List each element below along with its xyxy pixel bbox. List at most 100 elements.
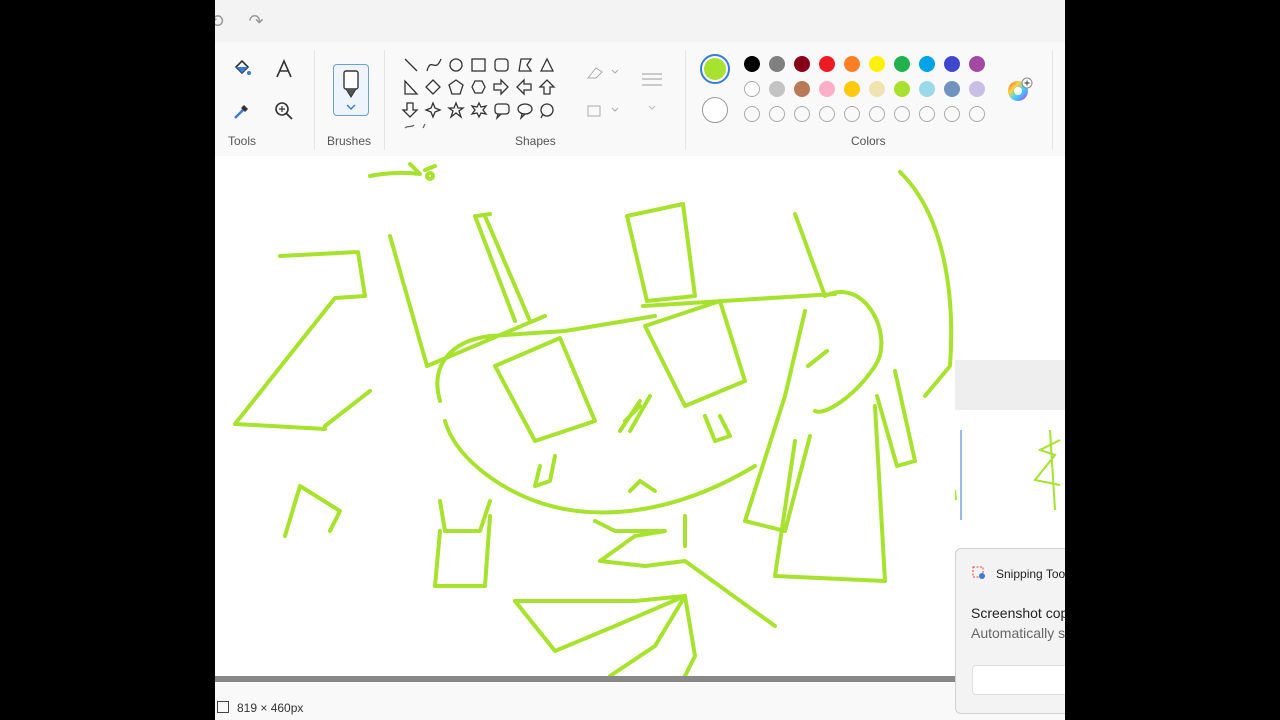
line-icon [404, 58, 418, 72]
oval-callout-icon [517, 103, 533, 121]
cloud-callout-icon [540, 103, 554, 119]
custom-color-slot[interactable] [794, 106, 810, 122]
down-arrow-icon [401, 102, 419, 118]
custom-color-slot[interactable] [869, 106, 885, 122]
colors-group-label: Colors [851, 134, 886, 148]
thumbnail-drawing [954, 429, 1065, 526]
rounded-callout-icon [494, 103, 510, 121]
oval-icon [449, 58, 463, 72]
selection-size-icon [217, 701, 229, 713]
palette-swatch[interactable] [944, 56, 960, 72]
color-picker-icon[interactable] [227, 96, 257, 126]
horizontal-scrollbar[interactable] [215, 676, 955, 682]
custom-color-slot[interactable] [894, 106, 910, 122]
line-weight-icon [642, 73, 662, 86]
notification-app-name: Snipping Too [996, 567, 1065, 581]
chevron-down-icon [611, 107, 619, 112]
palette-swatch[interactable] [969, 56, 985, 72]
custom-color-slot[interactable] [819, 106, 835, 122]
divider [384, 50, 385, 150]
divider [314, 50, 315, 150]
chevron-down-icon [648, 105, 656, 110]
palette-swatch[interactable] [744, 81, 760, 97]
right-triangle-icon [404, 79, 419, 95]
thumbnail-strokes [954, 429, 1061, 520]
snipping-tool-icon [971, 565, 987, 581]
canvas-drawing [233, 162, 954, 676]
color-2[interactable] [702, 97, 728, 123]
palette-swatch[interactable] [944, 81, 960, 97]
rectangle-icon [471, 58, 486, 72]
shapes-group-label: Shapes [515, 134, 556, 148]
magnifier-icon[interactable] [269, 96, 299, 126]
palette-swatch[interactable] [769, 56, 785, 72]
paint-window: ⟲ ↷ Tools Brushes Shapes Colors 819 × 46… [215, 0, 1065, 720]
fill-bucket-icon[interactable] [227, 54, 257, 84]
shapes-gallery [395, 48, 571, 130]
redo-icon[interactable]: ↷ [245, 10, 267, 32]
palette-swatch[interactable] [969, 81, 985, 97]
chevron-down-icon [611, 69, 619, 74]
thumbnail-preview [955, 360, 1065, 410]
custom-color-slot[interactable] [944, 106, 960, 122]
palette-swatch[interactable] [844, 81, 860, 97]
polygon-icon [518, 58, 533, 72]
palette-swatch[interactable] [744, 56, 760, 72]
custom-color-slot[interactable] [919, 106, 935, 122]
divider [685, 50, 686, 150]
ribbon: Tools Brushes Shapes Colors [215, 42, 1065, 157]
color-wheel-icon [1008, 77, 1033, 101]
palette-swatch[interactable] [894, 56, 910, 72]
title-bar: ⟲ ↷ [215, 0, 1065, 42]
notification-title: Screenshot cop [971, 605, 1065, 621]
palette-swatch[interactable] [769, 81, 785, 97]
brushes-button[interactable] [333, 64, 369, 116]
right-arrow-icon [493, 78, 509, 96]
custom-color-slot[interactable] [769, 106, 785, 122]
outline-dropdown[interactable] [584, 62, 624, 86]
outline-icon [586, 67, 603, 79]
color-1-selected[interactable] [700, 54, 730, 84]
status-bar: 819 × 460px [215, 690, 1065, 720]
triangle-icon [539, 57, 555, 72]
notification-body: Automatically s [971, 625, 1065, 641]
custom-color-slot[interactable] [744, 106, 760, 122]
undo-icon[interactable]: ⟲ [215, 10, 227, 32]
palette-swatch[interactable] [869, 81, 885, 97]
brushes-group-label: Brushes [327, 134, 372, 148]
tools-group-label: Tools [228, 134, 257, 148]
fill-icon [587, 105, 601, 117]
chevron-down-icon [346, 104, 356, 110]
divider [1052, 50, 1053, 150]
curve-icon [426, 58, 442, 72]
palette-swatch[interactable] [794, 56, 810, 72]
shape-size-button[interactable] [640, 70, 664, 120]
palette-swatch[interactable] [869, 56, 885, 72]
palette-swatch[interactable] [919, 81, 935, 97]
palette-swatch[interactable] [894, 81, 910, 97]
brush-icon [343, 70, 359, 98]
palette-swatch[interactable] [794, 81, 810, 97]
palette-swatch[interactable] [819, 81, 835, 97]
pentagon-icon [448, 79, 464, 95]
rounded-rectangle-icon [494, 58, 509, 72]
custom-color-slot[interactable] [969, 106, 985, 122]
fill-dropdown[interactable] [584, 100, 624, 124]
edit-colors-button[interactable] [1005, 76, 1035, 106]
text-tool-icon[interactable] [269, 54, 299, 84]
six-point-star-icon [470, 101, 488, 119]
palette-swatch[interactable] [844, 56, 860, 72]
primary-color-swatch [704, 58, 726, 80]
left-arrow-icon [516, 78, 532, 96]
hexagon-icon [471, 80, 486, 94]
palette-swatch[interactable] [919, 56, 935, 72]
palette-swatch[interactable] [819, 56, 835, 72]
notification-action-area[interactable] [972, 665, 1065, 695]
canvas-size-label: 819 × 460px [237, 701, 304, 715]
snipping-tool-notification[interactable]: Snipping Too Screenshot cop Automaticall… [955, 548, 1065, 714]
diamond-icon [425, 79, 441, 95]
up-arrow-icon [538, 79, 556, 95]
four-point-star-icon [424, 101, 442, 119]
drawing-canvas[interactable] [215, 156, 1065, 676]
custom-color-slot[interactable] [844, 106, 860, 122]
